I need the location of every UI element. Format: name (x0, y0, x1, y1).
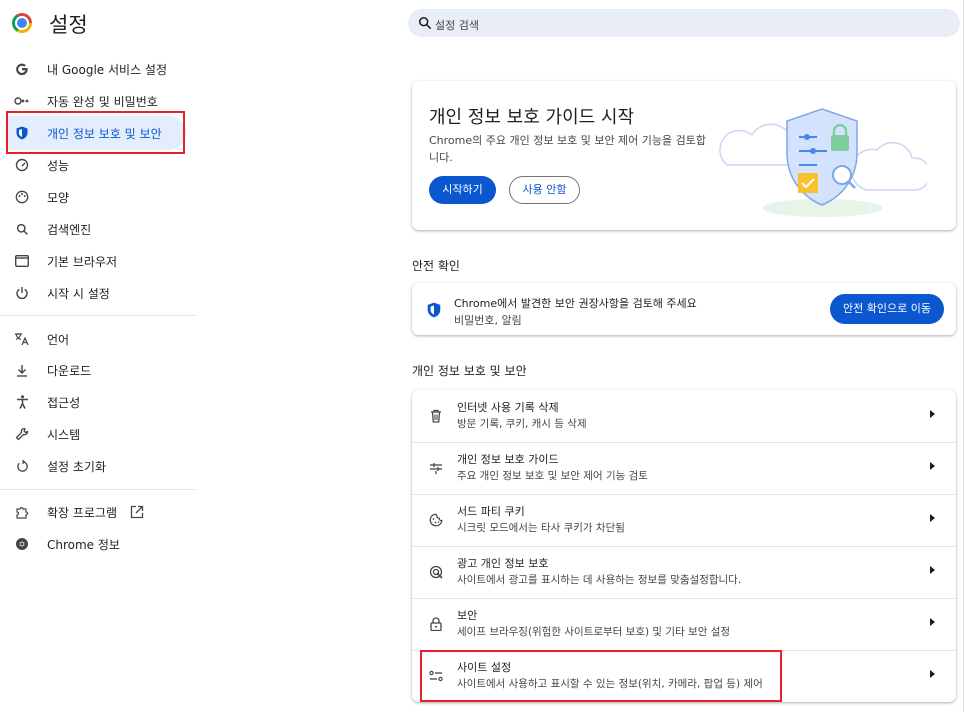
sidebar-item-extensions[interactable]: 확장 프로그램 (0, 498, 200, 526)
sidebar-item-system[interactable]: 시스템 (0, 420, 200, 448)
row-subtitle: 방문 기록, 쿠키, 캐시 등 삭제 (457, 418, 587, 430)
privacy-guide-card: 개인 정보 보호 가이드 시작 Chrome의 주요 개인 정보 보호 및 보안… (412, 81, 956, 230)
reset-icon (14, 458, 30, 474)
sidebar-item-google-services[interactable]: 내 Google 서비스 설정 (0, 55, 200, 83)
sidebar-item-label: 검색엔진 (47, 223, 92, 237)
download-icon (14, 362, 30, 378)
shield-icon (14, 125, 30, 141)
search-placeholder: 설정 검색 (435, 19, 479, 32)
safety-check-message: Chrome에서 발견한 보안 권장사항을 검토해 주세요 (454, 297, 697, 310)
google-g-icon (14, 61, 30, 77)
sidebar-divider (0, 315, 196, 316)
shield-icon (427, 302, 441, 318)
search-icon (418, 16, 432, 30)
sidebar-item-on-startup[interactable]: 시작 시 설정 (0, 279, 200, 307)
privacy-guide-icon (428, 460, 444, 476)
dismiss-privacy-guide-button[interactable]: 사용 안함 (509, 176, 580, 204)
translate-icon (14, 331, 30, 347)
row-subtitle: 사이트에서 사용하고 표시할 수 있는 정보(위치, 카메라, 팝업 등) 제어 (457, 678, 763, 690)
sidebar-item-label: 시작 시 설정 (47, 287, 110, 301)
ad-privacy-icon (428, 564, 444, 580)
external-link-icon (130, 504, 144, 523)
lock-icon (428, 616, 444, 632)
sidebar-item-label: 접근성 (47, 396, 81, 410)
accessibility-icon (14, 394, 30, 410)
sidebar-item-label: 모양 (47, 191, 70, 205)
chevron-right-icon (930, 618, 935, 626)
list-item-site-settings[interactable]: 사이트 설정 사이트에서 사용하고 표시할 수 있는 정보(위치, 카메라, 팝… (412, 650, 956, 702)
sidebar-item-label: 개인 정보 보호 및 보안 (47, 127, 162, 141)
sidebar-item-label: 기본 브라우저 (47, 255, 118, 269)
row-subtitle: 시크릿 모드에서는 타사 쿠키가 차단됨 (457, 522, 625, 534)
safety-check-heading: 안전 확인 (412, 259, 460, 273)
list-item-security[interactable]: 보안 세이프 브라우징(위험한 사이트로부터 보호) 및 기타 보안 설정 (412, 598, 956, 650)
sidebar-item-label: Chrome 정보 (47, 538, 120, 552)
list-item-third-party-cookies[interactable]: 서드 파티 쿠키 시크릿 모드에서는 타사 쿠키가 차단됨 (412, 494, 956, 546)
power-icon (14, 285, 30, 301)
key-icon (14, 93, 30, 109)
sidebar-item-performance[interactable]: 성능 (0, 151, 200, 179)
safety-check-card: Chrome에서 발견한 보안 권장사항을 검토해 주세요 비밀번호, 알림 안… (412, 283, 956, 335)
row-title: 서드 파티 쿠키 (457, 505, 525, 518)
privacy-guide-description: Chrome의 주요 개인 정보 보호 및 보안 제어 기능을 검토합니다. (429, 134, 707, 164)
sidebar-item-default-browser[interactable]: 기본 브라우저 (0, 247, 200, 275)
sidebar-item-languages[interactable]: 언어 (0, 325, 200, 353)
chevron-right-icon (930, 566, 935, 574)
sidebar-item-autofill[interactable]: 자동 완성 및 비밀번호 (0, 87, 200, 115)
list-item-clear-browsing-data[interactable]: 인터넷 사용 기록 삭제 방문 기록, 쿠키, 캐시 등 삭제 (412, 390, 956, 442)
sidebar-item-label: 내 Google 서비스 설정 (47, 63, 168, 77)
sidebar-item-privacy-security[interactable]: 개인 정보 보호 및 보안 (0, 119, 200, 147)
safety-check-detail: 비밀번호, 알림 (454, 314, 522, 327)
sidebar-item-label: 확장 프로그램 (47, 506, 118, 520)
sliders-icon (428, 668, 444, 684)
list-item-ad-privacy[interactable]: 광고 개인 정보 보호 사이트에서 광고를 표시하는 데 사용하는 정보를 맞춤… (412, 546, 956, 598)
row-subtitle: 사이트에서 광고를 표시하는 데 사용하는 정보를 맞춤설정합니다. (457, 574, 742, 586)
browser-window-icon (14, 253, 30, 269)
sidebar-item-label: 설정 초기화 (47, 460, 107, 474)
search-icon (14, 221, 30, 237)
trash-icon (428, 408, 444, 424)
sidebar-item-downloads[interactable]: 다운로드 (0, 356, 200, 384)
sidebar-item-appearance[interactable]: 모양 (0, 183, 200, 211)
sidebar-item-label: 다운로드 (47, 364, 92, 378)
row-title: 사이트 설정 (457, 661, 512, 674)
wrench-icon (14, 426, 30, 442)
sidebar-item-label: 자동 완성 및 비밀번호 (47, 95, 158, 109)
sidebar-item-label: 언어 (47, 333, 70, 347)
sidebar-divider (0, 489, 196, 490)
sidebar-item-search-engine[interactable]: 검색엔진 (0, 215, 200, 243)
chevron-right-icon (930, 462, 935, 470)
row-title: 광고 개인 정보 보호 (457, 557, 549, 570)
sidebar-item-label: 성능 (47, 159, 70, 173)
privacy-guide-illustration-icon (719, 108, 927, 217)
search-input[interactable]: 설정 검색 (408, 9, 960, 37)
speedometer-icon (14, 157, 30, 173)
sidebar-item-reset-settings[interactable]: 설정 초기화 (0, 452, 200, 480)
row-title: 인터넷 사용 기록 삭제 (457, 401, 559, 414)
privacy-section-heading: 개인 정보 보호 및 보안 (412, 364, 527, 378)
sidebar-item-label: 시스템 (47, 428, 81, 442)
sidebar-item-about-chrome[interactable]: Chrome 정보 (0, 530, 200, 558)
puzzle-icon (14, 504, 30, 520)
list-item-privacy-guide[interactable]: 개인 정보 보호 가이드 주요 개인 정보 보호 및 보안 제어 기능 검토 (412, 442, 956, 494)
chevron-right-icon (930, 670, 935, 678)
window-edge-divider (963, 0, 964, 712)
chrome-logo-icon (12, 13, 32, 33)
start-privacy-guide-button[interactable]: 시작하기 (429, 176, 496, 204)
chevron-right-icon (930, 514, 935, 522)
page-title: 설정 (49, 13, 88, 37)
sidebar-item-accessibility[interactable]: 접근성 (0, 388, 200, 416)
chrome-icon (14, 536, 30, 552)
row-subtitle: 세이프 브라우징(위험한 사이트로부터 보호) 및 기타 보안 설정 (457, 626, 731, 638)
go-to-safety-check-button[interactable]: 안전 확인으로 이동 (830, 294, 944, 324)
row-title: 보안 (457, 609, 478, 622)
privacy-settings-list: 인터넷 사용 기록 삭제 방문 기록, 쿠키, 캐시 등 삭제 개인 정보 보호… (412, 390, 956, 702)
palette-icon (14, 189, 30, 205)
row-subtitle: 주요 개인 정보 보호 및 보안 제어 기능 검토 (457, 470, 648, 482)
chevron-right-icon (930, 410, 935, 418)
row-title: 개인 정보 보호 가이드 (457, 453, 559, 466)
privacy-guide-title: 개인 정보 보호 가이드 시작 (429, 107, 635, 128)
cookie-icon (428, 512, 444, 528)
